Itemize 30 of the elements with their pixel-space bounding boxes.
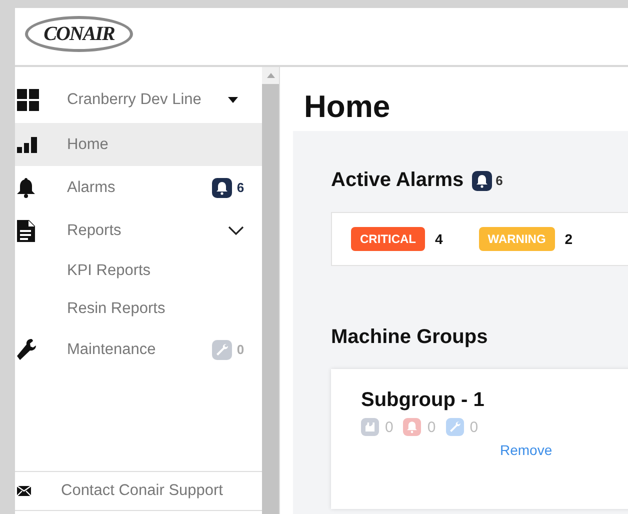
severity-tag: CRITICAL xyxy=(351,227,425,251)
severity-tag: WARNING xyxy=(478,227,555,251)
nav-item[interactable]: Home xyxy=(15,123,262,166)
stat-count: 0 xyxy=(470,418,478,436)
conair-logo: CONAIR xyxy=(25,16,133,52)
caret-icon xyxy=(228,97,238,103)
alarm-count: 6 xyxy=(496,173,503,188)
badge-count: 0 xyxy=(236,342,244,357)
grid-icon xyxy=(17,89,39,111)
line-selector[interactable]: Cranberry Dev Line xyxy=(15,77,262,123)
section-title: Machine Groups xyxy=(331,326,488,349)
scrollbar[interactable] xyxy=(262,67,279,514)
section-title: Active Alarms xyxy=(331,169,464,192)
stat-count: 0 xyxy=(385,418,394,436)
wrench-icon xyxy=(17,338,37,360)
group-title: Subgroup - 1 xyxy=(361,389,486,412)
badge-count: 6 xyxy=(236,180,244,195)
nav-subitem[interactable]: Resin Reports xyxy=(15,290,262,328)
nav-item[interactable]: Maintenance 0 xyxy=(15,328,262,371)
severity-count: 4 xyxy=(435,231,443,247)
stat-count: 0 xyxy=(427,418,436,436)
bar-chart-icon xyxy=(17,136,39,152)
severity-count: 2 xyxy=(564,231,573,247)
nav-item[interactable]: Alarms 6 xyxy=(15,166,262,209)
page-title: Home xyxy=(303,88,392,126)
remove-link[interactable]: Remove xyxy=(500,442,552,458)
support-link[interactable]: Contact Conair Support xyxy=(61,482,223,500)
bell-icon xyxy=(17,178,35,198)
nav-item[interactable]: Reports xyxy=(15,209,262,252)
nav-subitem[interactable]: KPI Reports xyxy=(15,252,262,290)
